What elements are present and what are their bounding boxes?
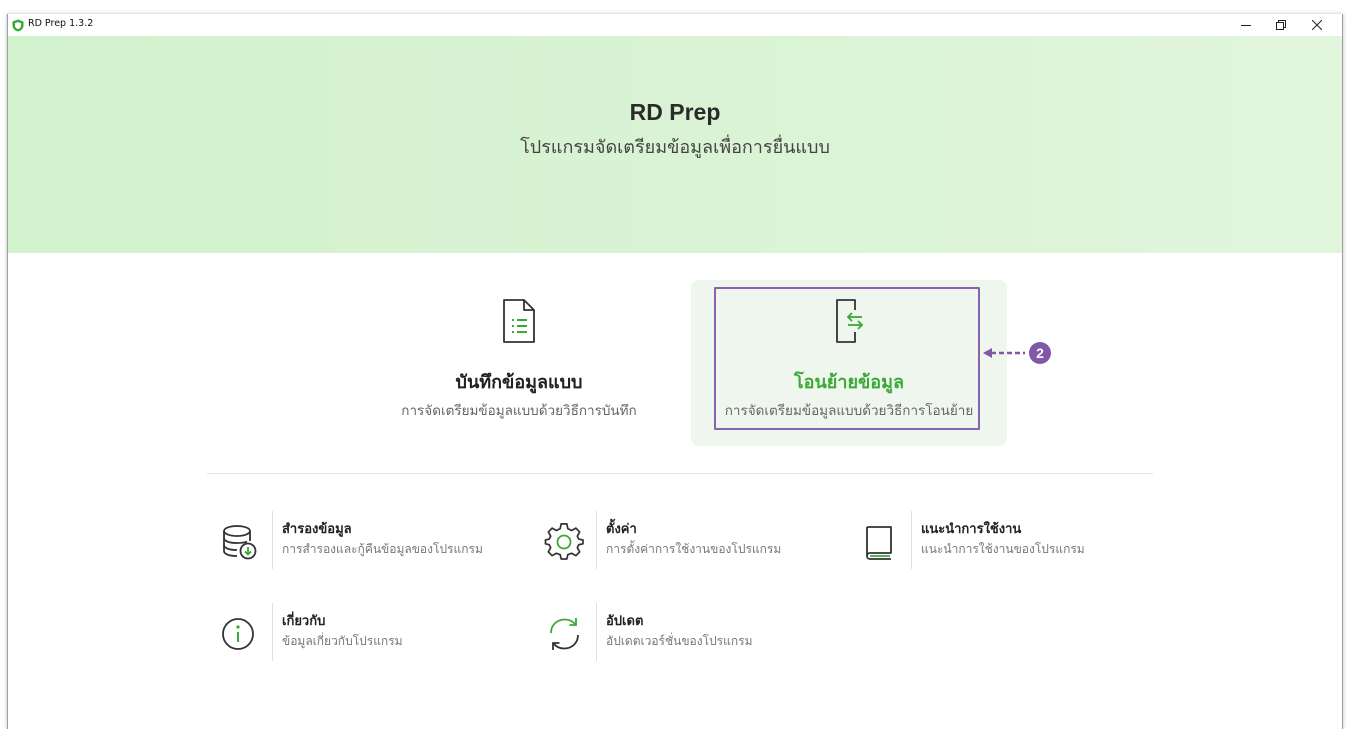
restore-button[interactable] bbox=[1263, 14, 1299, 36]
app-name: RD Prep bbox=[629, 99, 721, 125]
book-icon bbox=[866, 526, 892, 560]
minimize-button[interactable] bbox=[1228, 14, 1264, 36]
close-button[interactable] bbox=[1299, 14, 1335, 36]
item-separator bbox=[596, 511, 597, 569]
title-bar: RD Prep 1.3.2 bbox=[8, 14, 1342, 36]
card-title: บันทึกข้อมูลแบบ bbox=[455, 372, 583, 393]
window-title: RD Prep 1.3.2 bbox=[28, 18, 94, 29]
card-description: การจัดเตรียมข้อมูลแบบด้วยวิธีการโอนย้าย bbox=[724, 403, 974, 419]
refresh-icon bbox=[550, 618, 579, 650]
item-separator bbox=[596, 603, 597, 661]
close-icon bbox=[1312, 20, 1322, 30]
item-description: การตั้งค่าการใช้งานของโปรแกรม bbox=[606, 542, 782, 556]
item-title: ตั้งค่า bbox=[606, 522, 637, 537]
document-list-icon bbox=[503, 299, 535, 343]
minimize-icon bbox=[1241, 25, 1251, 26]
callout-number-badge: 2 bbox=[1029, 342, 1051, 364]
item-title: สำรองข้อมูล bbox=[282, 522, 352, 537]
restore-icon bbox=[1276, 20, 1286, 30]
callout-arrow-icon bbox=[983, 348, 1025, 358]
card-description: การจัดเตรียมข้อมูลแบบด้วยวิธีการบันทึก bbox=[401, 403, 637, 419]
transfer-icon bbox=[836, 299, 864, 343]
item-separator bbox=[272, 603, 273, 661]
divider bbox=[207, 473, 1153, 474]
card-title: โอนย้ายข้อมูล bbox=[794, 372, 904, 393]
app-subtitle: โปรแกรมจัดเตรียมข้อมูลเพื่อการยื่นแบบ bbox=[520, 137, 830, 158]
backup-item[interactable]: สำรองข้อมูล การสำรองและกู้คืนข้อมูลของโป… bbox=[220, 508, 520, 569]
item-separator bbox=[272, 511, 273, 569]
item-description: แนะนำการใช้งานของโปรแกรม bbox=[921, 542, 1085, 556]
settings-item[interactable]: ตั้งค่า การตั้งค่าการใช้งานของโปรแกรม bbox=[544, 508, 844, 569]
item-title: เกี่ยวกับ bbox=[282, 614, 326, 629]
app-logo-icon bbox=[12, 19, 24, 32]
item-separator bbox=[911, 511, 912, 569]
header-banner: RD Prep โปรแกรมจัดเตรียมข้อมูลเพื่อการยื… bbox=[8, 36, 1342, 253]
app-window: RD Prep 1.3.2 RD Prep โปรแกรมจัดเตรียมข้… bbox=[7, 14, 1343, 729]
item-title: อัปเดต bbox=[606, 614, 644, 629]
about-item[interactable]: เกี่ยวกับ ข้อมูลเกี่ยวกับโปรแกรม bbox=[220, 600, 520, 661]
item-description: ข้อมูลเกี่ยวกับโปรแกรม bbox=[282, 634, 403, 648]
item-description: อัปเดตเวอร์ชั่นของโปรแกรม bbox=[606, 634, 753, 648]
item-title: แนะนำการใช้งาน bbox=[921, 522, 1022, 537]
gear-icon bbox=[544, 522, 584, 560]
record-data-card[interactable]: บันทึกข้อมูลแบบ การจัดเตรียมข้อมูลแบบด้ว… bbox=[361, 280, 677, 446]
item-description: การสำรองและกู้คืนข้อมูลของโปรแกรม bbox=[282, 542, 483, 556]
info-icon bbox=[222, 618, 254, 650]
database-backup-icon bbox=[223, 525, 257, 560]
user-guide-item[interactable]: แนะนำการใช้งาน แนะนำการใช้งานของโปรแกรม bbox=[859, 508, 1159, 569]
update-item[interactable]: อัปเดต อัปเดตเวอร์ชั่นของโปรแกรม bbox=[544, 600, 844, 661]
transfer-data-card[interactable]: โอนย้ายข้อมูล การจัดเตรียมข้อมูลแบบด้วยว… bbox=[691, 280, 1007, 446]
